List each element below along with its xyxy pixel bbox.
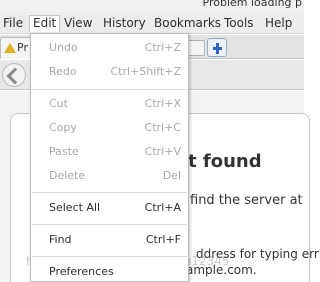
- menu-item-preferences[interactable]: Preferences: [31, 262, 188, 282]
- menu-bookmarks[interactable]: Bookmarks: [151, 15, 224, 32]
- menu-item-label: Cut: [49, 97, 68, 110]
- tab-label: Pr: [17, 41, 28, 54]
- menu-help[interactable]: Help: [262, 15, 295, 32]
- menu-item-select-all[interactable]: Select All Ctrl+A: [31, 198, 188, 218]
- menu-item-label: Delete: [49, 169, 86, 182]
- menu-separator: [32, 224, 187, 225]
- menu-item-shortcut: Ctrl+F: [145, 233, 181, 246]
- menu-item-redo[interactable]: Redo Ctrl+Shift+Z: [31, 62, 188, 82]
- new-tab-button[interactable]: [207, 38, 227, 57]
- menu-item-label: Preferences: [49, 265, 114, 278]
- menu-item-label: Select All: [49, 201, 101, 214]
- menu-tools[interactable]: Tools: [221, 15, 257, 32]
- menu-item-shortcut: Ctrl+Z: [144, 41, 181, 54]
- menubar: File Edit View History Bookmarks Tools H…: [0, 12, 304, 34]
- menu-edit[interactable]: Edit: [29, 15, 61, 32]
- menu-item-label: Copy: [49, 121, 77, 134]
- menu-item-shortcut: Ctrl+V: [144, 145, 181, 158]
- menu-item-copy[interactable]: Copy Ctrl+C: [31, 118, 188, 138]
- menu-item-label: Paste: [49, 145, 79, 158]
- back-button[interactable]: [2, 63, 26, 87]
- menu-file[interactable]: File: [0, 15, 26, 32]
- error-description: find the server at: [190, 193, 303, 208]
- window-title-text: Problem loading p: [202, 0, 302, 9]
- tab-close-button[interactable]: [187, 40, 205, 56]
- menu-separator: [32, 89, 187, 90]
- menu-item-delete[interactable]: Delete Del: [31, 166, 188, 186]
- menu-separator: [32, 256, 187, 257]
- menu-item-paste[interactable]: Paste Ctrl+V: [31, 142, 188, 162]
- menu-item-shortcut: Del: [162, 169, 181, 182]
- warning-icon: [4, 43, 16, 53]
- menu-item-undo[interactable]: Undo Ctrl+Z: [31, 38, 188, 58]
- menu-item-shortcut: Ctrl+Shift+Z: [110, 65, 181, 78]
- error-title: t found: [188, 151, 262, 172]
- edit-menu-dropdown: Undo Ctrl+Z Redo Ctrl+Shift+Z Cut Ctrl+X…: [30, 33, 189, 282]
- menu-item-shortcut: Ctrl+C: [144, 121, 181, 134]
- window-title: Problem loading p: [0, 0, 304, 12]
- menu-item-shortcut: Ctrl+A: [144, 201, 181, 214]
- menu-item-label: Redo: [49, 65, 77, 78]
- menu-separator: [32, 192, 187, 193]
- menu-item-cut[interactable]: Cut Ctrl+X: [31, 94, 188, 114]
- menu-item-label: Undo: [49, 41, 78, 54]
- menu-item-label: Find: [49, 233, 72, 246]
- menu-view[interactable]: View: [61, 15, 95, 32]
- menu-item-shortcut: Ctrl+X: [144, 97, 181, 110]
- menu-item-find[interactable]: Find Ctrl+F: [31, 230, 188, 250]
- menu-history[interactable]: History: [100, 15, 149, 32]
